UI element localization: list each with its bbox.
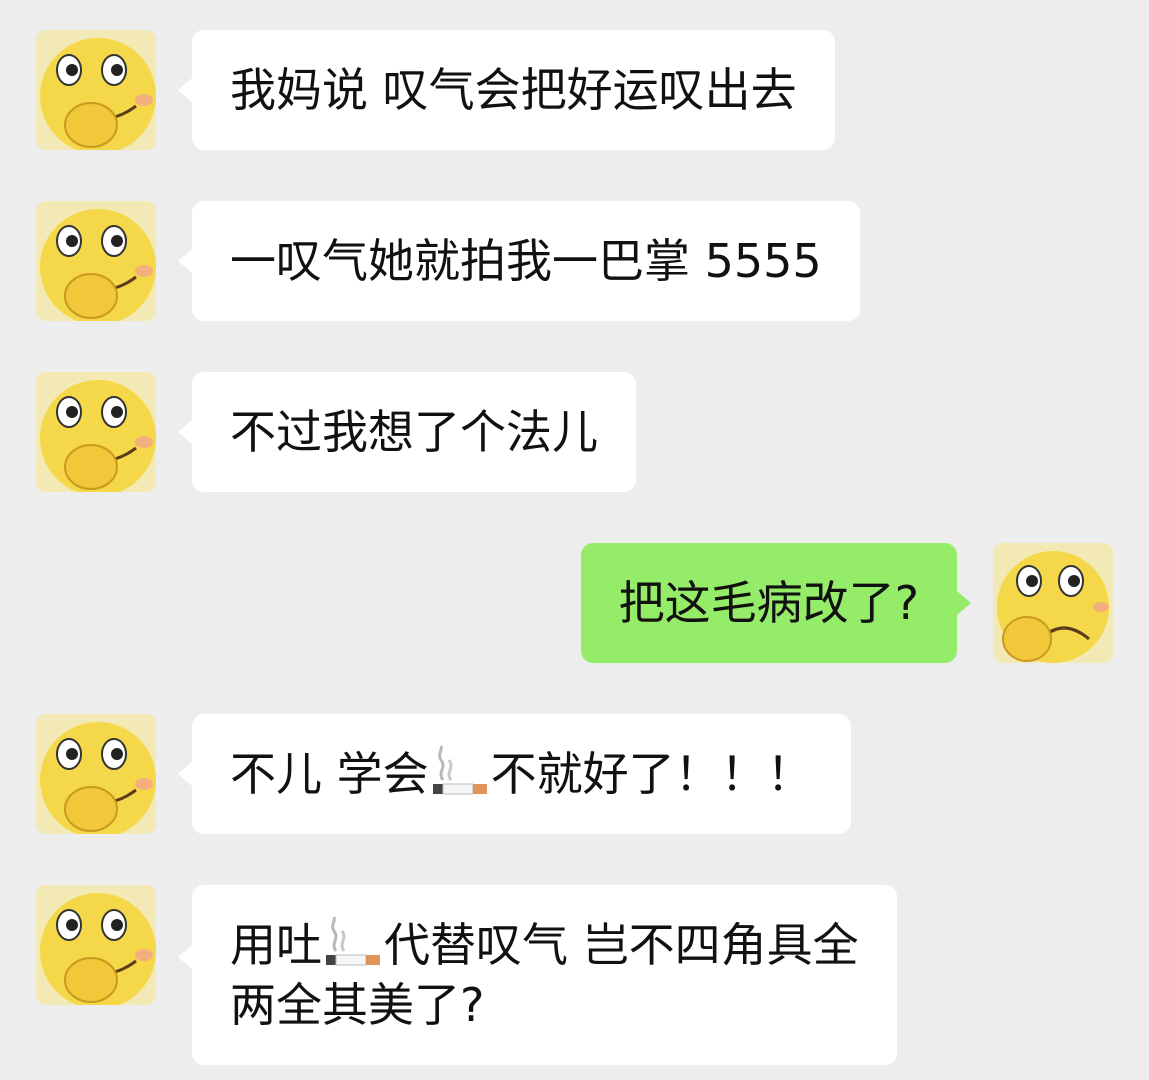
cigarette-emoji-icon [322,915,384,975]
message-line-1: 用吐 代替叹气 岂不四角具全 [230,915,859,975]
message-bubble[interactable]: 我妈说 叹气会把好运叹出去 [178,30,835,150]
smiling-emoji-avatar-icon[interactable] [36,714,156,834]
message-text-after: 不就好了！！！ [490,747,813,801]
message-text-before: 不儿 学会 [230,747,429,801]
message-bubble[interactable]: 用吐 代替叹气 岂不四角具全 两全其美了? [178,885,897,1065]
cigarette-emoji-icon [429,744,491,804]
bubble-tail [178,249,192,273]
smiling-emoji-avatar-icon[interactable] [36,201,156,321]
message-bubble[interactable]: 把这毛病改了? [580,543,971,663]
message-text: 不过我想了个法儿 [230,405,598,459]
message-row: 把这毛病改了? [0,543,1149,665]
message-row: 用吐 代替叹气 岂不四角具全 两全其美了? [0,885,1149,1067]
smiling-emoji-avatar-icon[interactable] [36,372,156,492]
message-text: 一叹气她就拍我一巴掌 5555 [230,234,822,288]
message-text: 我妈说 叹气会把好运叹出去 [230,63,797,117]
message-text: 把这毛病改了? [618,576,919,630]
bubble-tail [957,591,971,615]
message-text: 两全其美了? [230,978,485,1032]
message-bubble[interactable]: 不儿 学会 不就好了！！！ [178,714,851,834]
smiling-emoji-avatar-icon[interactable] [36,885,156,1005]
bubble-tail [178,78,192,102]
message-row: 一叹气她就拍我一巴掌 5555 [0,201,1149,323]
message-row: 不过我想了个法儿 [0,372,1149,494]
smiling-emoji-avatar-icon[interactable] [36,30,156,150]
bubble-tail [178,762,192,786]
message-bubble[interactable]: 不过我想了个法儿 [178,372,636,492]
message-bubble[interactable]: 一叹气她就拍我一巴掌 5555 [178,201,860,321]
bubble-tail [178,945,192,969]
worried-emoji-avatar-icon[interactable] [993,543,1113,663]
message-row: 我妈说 叹气会把好运叹出去 [0,30,1149,152]
message-text-before: 用吐 [230,918,322,972]
message-text-after: 代替叹气 岂不四角具全 [384,918,859,972]
bubble-tail [178,420,192,444]
message-row: 不儿 学会 不就好了！！！ [0,714,1149,836]
message-line-2: 两全其美了? [230,975,484,1035]
chat-area: 我妈说 叹气会把好运叹出去 一叹气她就拍我一巴掌 5555 不过我想了个法儿 把… [0,0,1149,1080]
